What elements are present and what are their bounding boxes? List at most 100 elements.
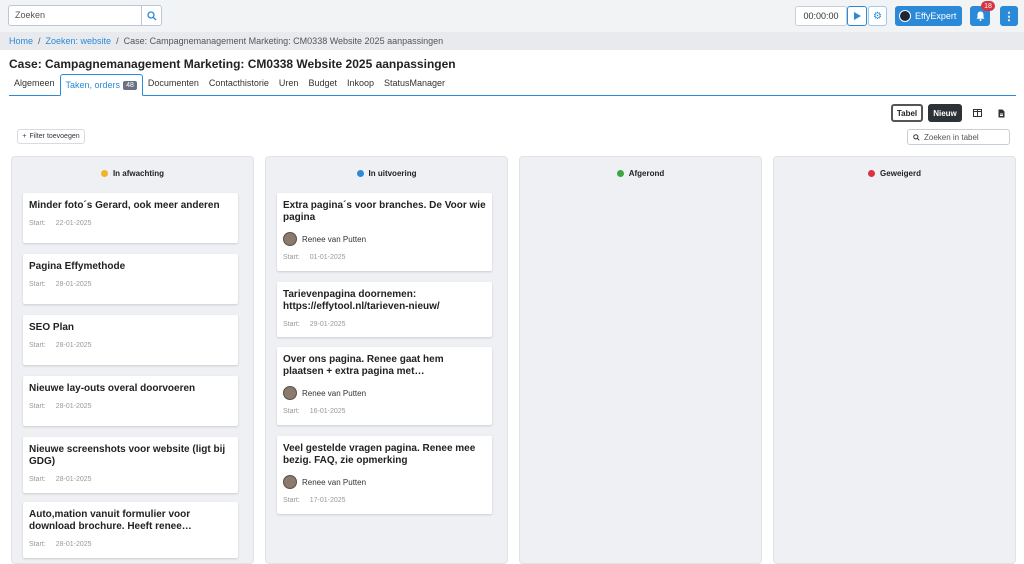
more-options-button[interactable]: ⋮ [1000,6,1018,26]
card-title: Over ons pagina. Renee gaat hem plaatsen… [283,354,444,377]
column-title: In uitvoering [368,169,417,178]
card-start: Start: 28-01-2025 [29,342,92,349]
card-title: Nieuwe lay-outs overal doorvoeren [29,383,196,394]
avatar [283,386,297,400]
card-title: Nieuwe screenshots voor website (ligt bi… [29,444,226,467]
task-card[interactable]: Nieuwe screenshots voor website (ligt bi… [23,437,238,493]
filter-label: Filter toevoegen [29,133,80,140]
tab-statusmanager[interactable]: StatusManager [379,74,450,95]
card-start: Start: 16-01-2025 [283,408,346,415]
notification-count-badge: 18 [981,1,995,11]
task-card[interactable]: Extra pagina´s voor branches. De Voor wi… [277,193,492,271]
tab-documenten[interactable]: Documenten [143,74,204,95]
tab-count-badge: 48 [123,80,137,90]
kanban-column-afgerond: Afgerond [519,156,762,564]
status-dot [868,170,876,177]
status-dot [356,170,364,177]
breadcrumb-search[interactable]: Zoeken: website [46,36,112,46]
card-title: Tarievenpagina doornemen: https://effyto… [283,289,440,312]
assignee-name: Renee van Putten [302,388,367,398]
card-start: Start: 28-01-2025 [29,541,92,548]
card-start: Start: 22-01-2025 [29,220,92,227]
card-start: Start: 28-01-2025 [29,281,92,288]
add-filter-button[interactable]: + Filter toevoegen [17,129,85,144]
task-card[interactable]: Minder foto´s Gerard, ook meer anderen S… [23,193,238,243]
card-title: Extra pagina´s voor branches. De Voor wi… [283,200,486,223]
task-card[interactable]: Pagina Effymethode Start: 28-01-2025 [23,254,238,304]
kebab-icon: ⋮ [1003,10,1015,23]
breadcrumb-separator: / [38,36,41,46]
column-title: Geweigerd [880,169,921,178]
task-card[interactable]: Nieuwe lay-outs overal doorvoeren Start:… [23,376,238,426]
task-card[interactable]: Tarievenpagina doornemen: https://effyto… [277,282,492,337]
breadcrumb: Home / Zoeken: website / Case: Campagnem… [0,32,1024,50]
timer-play-button[interactable] [847,6,867,26]
tab-uren[interactable]: Uren [274,74,304,95]
card-title: Minder foto´s Gerard, ook meer anderen [29,200,220,211]
card-title: Auto,mation vanuit formulier voor downlo… [29,509,192,532]
assignee-name: Renee van Putten [302,477,367,487]
column-title: In afwachting [112,169,165,178]
search-input[interactable]: Zoeken [9,6,141,25]
top-bar: Zoeken 00:00:00 ⚙ EffyExpert 18 ⋮ [0,0,1024,32]
assignee-name: Renee van Putten [302,234,367,244]
table-search-placeholder: Zoeken in tabel [924,132,979,142]
card-start: Start: 29-01-2025 [283,321,346,328]
breadcrumb-separator: / [116,36,119,46]
task-card[interactable]: SEO Plan Start: 28-01-2025 [23,315,238,365]
user-name: EffyExpert [915,11,957,21]
columns-button[interactable] [968,104,986,122]
status-dot [616,170,624,177]
timer-display: 00:00:00 [795,6,847,26]
card-start: Start: 01-01-2025 [283,254,346,261]
card-start: Start: 28-01-2025 [29,403,92,410]
user-menu-button[interactable]: EffyExpert [895,6,962,26]
tab-budget[interactable]: Budget [303,74,342,95]
tab-inkoop[interactable]: Inkoop [342,74,379,95]
case-page: Case: Campagnemanagement Marketing: CM03… [0,50,1024,564]
card-assignee: Renee van Putten [283,232,486,246]
card-assignee: Renee van Putten [283,475,486,489]
avatar [899,10,911,22]
plus-icon: + [22,133,27,140]
kanban-column-in-uitvoering: In uitvoering Extra pagina´s voor branch… [265,156,508,564]
tab-label: Taken, orders [65,80,121,90]
breadcrumb-home[interactable]: Home [9,36,33,46]
play-icon [854,12,861,20]
tab-contacthistorie[interactable]: Contacthistorie [204,74,274,95]
avatar [283,232,297,246]
column-title: Afgerond [628,169,665,178]
card-title: SEO Plan [29,322,75,333]
card-start: Start: 28-01-2025 [29,476,92,483]
gear-icon: ⚙ [873,10,882,22]
avatar [283,475,297,489]
breadcrumb-current: Case: Campagnemanagement Marketing: CM03… [123,36,444,46]
new-button[interactable]: Nieuw [928,104,962,122]
table-search-input[interactable]: Zoeken in tabel [907,129,1010,145]
export-button[interactable] [992,104,1010,122]
task-card[interactable]: Over ons pagina. Renee gaat hem plaatsen… [277,347,492,425]
tab-algemeen[interactable]: Algemeen [9,74,60,95]
timer-settings-button[interactable]: ⚙ [868,6,887,26]
task-card[interactable]: Auto,mation vanuit formulier voor downlo… [23,502,238,558]
columns-icon [972,109,982,117]
table-view-button[interactable]: Tabel [891,104,923,122]
kanban-column-in-afwachting: In afwachting Minder foto´s Gerard, ook … [11,156,254,564]
column-header: In uitvoering [266,169,507,178]
status-dot [100,170,108,177]
card-assignee: Renee van Putten [283,386,486,400]
card-start: Start: 17-01-2025 [283,497,346,504]
case-tabs: Algemeen Taken, orders 48 Documenten Con… [9,74,1016,96]
column-header: Geweigerd [774,169,1015,178]
file-icon [998,109,1004,117]
search-icon [146,10,156,20]
search-button[interactable] [141,6,161,25]
bell-icon [976,11,984,21]
column-header: In afwachting [12,169,253,178]
search-icon [913,133,920,141]
tab-taken-orders[interactable]: Taken, orders 48 [59,74,143,96]
column-header: Afgerond [520,169,761,178]
global-search[interactable]: Zoeken [8,5,162,26]
task-card[interactable]: Veel gestelde vragen pagina. Renee mee b… [277,436,492,514]
card-title: Pagina Effymethode [29,261,126,272]
